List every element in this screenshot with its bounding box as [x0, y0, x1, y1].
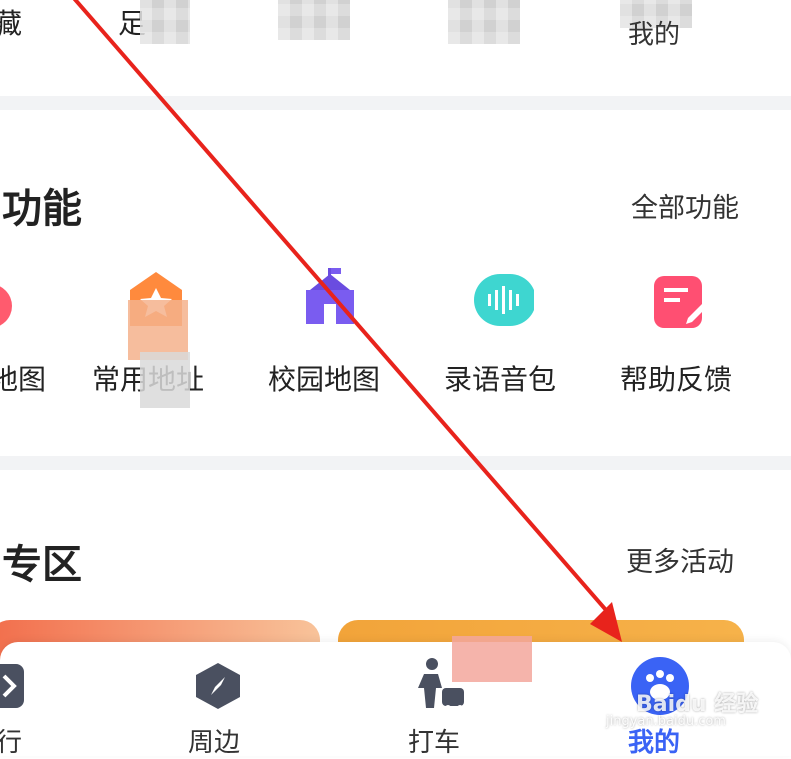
annotation-arrow	[72, 0, 622, 642]
